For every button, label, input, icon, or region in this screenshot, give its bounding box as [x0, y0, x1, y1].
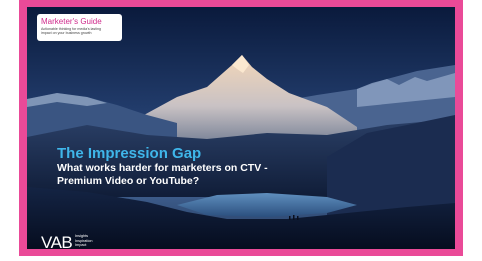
page-subtitle: What works harder for marketers on CTV -… [57, 162, 268, 187]
marketers-guide-badge: Marketer's Guide Actionable thinking for… [37, 14, 122, 41]
mountain-landscape-image [27, 7, 455, 249]
slide-frame: Marketer's Guide Actionable thinking for… [19, 0, 463, 256]
page-title: The Impression Gap [57, 145, 202, 162]
headline-block: The Impression Gap What works harder for… [57, 145, 417, 187]
guide-title: Marketer's Guide [41, 17, 102, 26]
mountain-lake-scene: Marketer's Guide Actionable thinking for… [27, 7, 455, 249]
vab-wordmark: VAB [41, 233, 73, 249]
guide-subtitle: Actionable thinking for media's lasting … [41, 27, 102, 36]
vab-tagline: Insights Inspiration Impact [75, 234, 93, 248]
vab-tagline-impact: Impact [75, 243, 87, 248]
